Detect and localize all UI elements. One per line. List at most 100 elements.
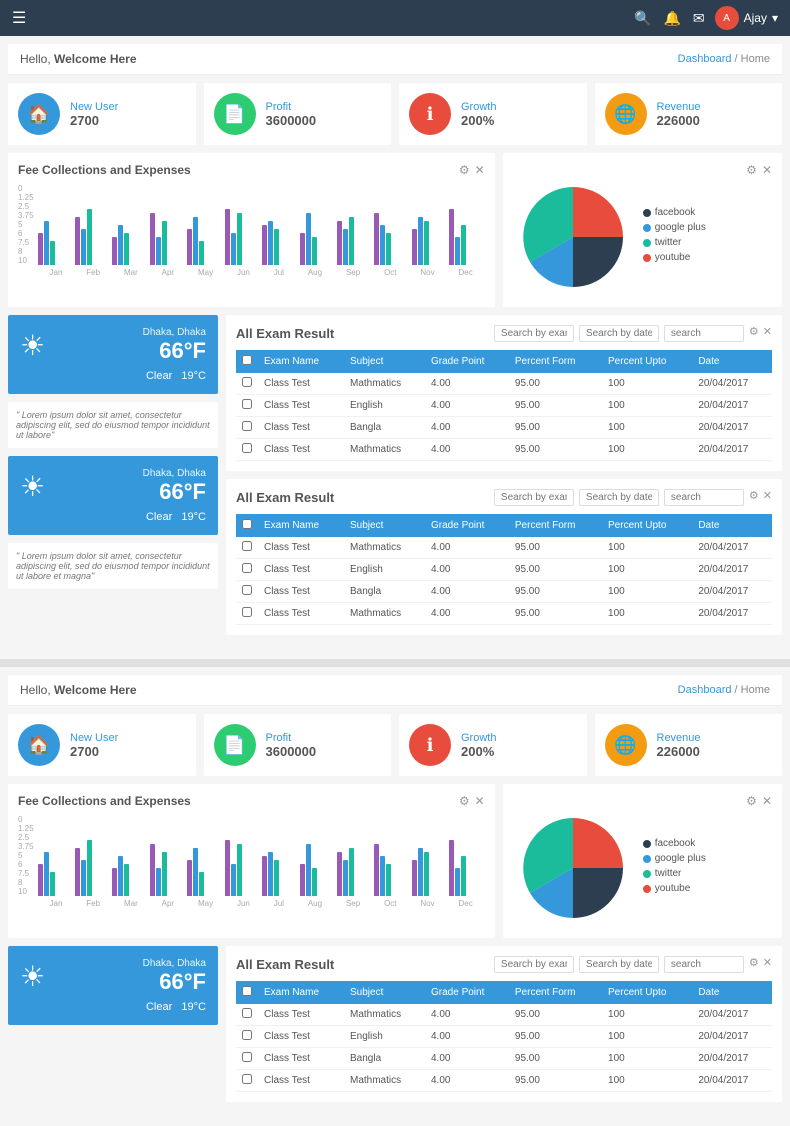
link-icon-pie[interactable]: ⚙ — [746, 163, 757, 177]
filter-icon[interactable]: ⚙ — [749, 956, 759, 973]
row-checkbox-2[interactable] — [242, 421, 252, 431]
row-checkbox-0[interactable] — [242, 1008, 252, 1018]
bar-10-0 — [412, 860, 417, 896]
select-all-checkbox[interactable] — [242, 355, 252, 365]
weather-card-1: ☀ Dhaka, Dhaka 66°F Clear 19°C — [8, 456, 218, 535]
legend-item-0: facebook — [643, 207, 706, 218]
filter-icon[interactable]: ⚙ — [749, 325, 759, 342]
cell-0-4: 100 — [602, 537, 692, 559]
legend-label-3: youtube — [655, 252, 691, 263]
stat-info-2: Growth 200% — [461, 732, 577, 759]
search-input-0[interactable] — [494, 489, 574, 506]
exam-table: Exam NameSubjectGrade PointPercent FormP… — [236, 350, 772, 461]
search-input-1[interactable] — [579, 325, 659, 342]
bar-3-0 — [150, 844, 155, 896]
search-input-0[interactable] — [494, 956, 574, 973]
notification-icon[interactable]: 🔔 — [663, 10, 680, 27]
cell-2-5: 20/04/2017 — [692, 581, 772, 603]
weather-icon-1: ☀ — [20, 470, 45, 503]
stat-label-0: New User — [70, 732, 186, 744]
x-label: May — [198, 899, 213, 908]
weather-main-1: ☀ Dhaka, Dhaka 66°F — [20, 468, 206, 505]
bar-11-0 — [449, 840, 454, 896]
settings-icon-pie-2[interactable]: ⚙ — [746, 794, 757, 808]
bar-group-5 — [225, 209, 260, 265]
y-label: 2.5 — [18, 202, 34, 211]
settings-icon-2[interactable]: ⚙ — [459, 794, 470, 808]
settings-icon[interactable]: ✕ — [763, 325, 772, 342]
row-checkbox-1[interactable] — [242, 1030, 252, 1040]
row-checkbox-0[interactable] — [242, 541, 252, 551]
legend-item-1: google plus — [643, 853, 706, 864]
search-icon[interactable]: 🔍 — [634, 10, 651, 27]
bar-2-2 — [124, 864, 129, 896]
cell-3-4: 100 — [602, 1070, 692, 1092]
select-all-checkbox[interactable] — [242, 986, 252, 996]
settings-icon[interactable]: ✕ — [475, 163, 485, 177]
cell-0-3: 95.00 — [509, 537, 602, 559]
row-checkbox-3[interactable] — [242, 1074, 252, 1084]
settings-icon[interactable]: ✕ — [763, 956, 772, 973]
fee-chart-card-1: ⚙ ✕ Fee Collections and Expenses 1087.56… — [8, 153, 495, 307]
checkbox-col-header — [236, 350, 258, 373]
hamburger-icon[interactable]: ☰ — [12, 8, 26, 28]
close-icon-2[interactable]: ✕ — [475, 794, 485, 808]
row-checkbox-2[interactable] — [242, 1052, 252, 1062]
bar-group-2 — [112, 225, 147, 265]
filter-icon[interactable]: ⚙ — [749, 489, 759, 506]
row-checkbox-3[interactable] — [242, 607, 252, 617]
exam-header: All Exam Result ⚙ ✕ — [236, 325, 772, 342]
exam-header: All Exam Result ⚙ ✕ — [236, 956, 772, 973]
search-input-2[interactable] — [664, 489, 744, 506]
close-icon-pie-2[interactable]: ✕ — [762, 794, 772, 808]
select-all-checkbox[interactable] — [242, 519, 252, 529]
y-label: 5 — [18, 851, 34, 860]
cell-2-3: 95.00 — [509, 1048, 602, 1070]
x-label: Jan — [50, 899, 63, 908]
breadcrumb-dashboard-link[interactable]: Dashboard — [678, 53, 732, 65]
bar-group-7 — [300, 844, 335, 896]
cell-0-3: 95.00 — [509, 1004, 602, 1026]
cell-0-1: Mathmatics — [344, 1004, 425, 1026]
close-icon-pie[interactable]: ✕ — [762, 163, 772, 177]
search-input-2[interactable] — [664, 325, 744, 342]
cell-2-1: Bangla — [344, 417, 425, 439]
message-icon[interactable]: ✉ — [693, 10, 705, 27]
user-avatar[interactable]: A Ajay ▾ — [715, 6, 778, 30]
col-header-5: Date — [692, 981, 772, 1004]
breadcrumb-dashboard-link-2[interactable]: Dashboard — [678, 684, 732, 696]
row-checkbox-0[interactable] — [242, 377, 252, 387]
bar-11-0 — [449, 209, 454, 265]
col-header-1: Subject — [344, 981, 425, 1004]
weather-icon-0: ☀ — [20, 329, 45, 362]
legend-dot-1 — [643, 224, 651, 232]
cell-2-1: Bangla — [344, 581, 425, 603]
col-header-2: Grade Point — [425, 514, 509, 537]
x-label: May — [198, 268, 213, 277]
settings-icon[interactable]: ✕ — [763, 489, 772, 506]
search-input-1[interactable] — [579, 956, 659, 973]
section-2: Hello, Welcome Here Dashboard / Home 🏠 N… — [0, 667, 790, 1126]
cell-1-5: 20/04/2017 — [692, 1026, 772, 1048]
cell-0-4: 100 — [602, 1004, 692, 1026]
y-label: 1.25 — [18, 824, 34, 833]
row-checkbox-3[interactable] — [242, 443, 252, 453]
search-input-1[interactable] — [579, 489, 659, 506]
cell-2-3: 95.00 — [509, 417, 602, 439]
nav-left: ☰ — [12, 8, 26, 28]
x-label: Feb — [86, 899, 100, 908]
row-checkbox-2[interactable] — [242, 585, 252, 595]
link-icon[interactable]: ⚙ — [459, 163, 470, 177]
x-label: Sep — [346, 268, 360, 277]
stat-label-1: Profit — [266, 732, 382, 744]
search-input-2[interactable] — [664, 956, 744, 973]
row-checkbox-1[interactable] — [242, 563, 252, 573]
exam-header: All Exam Result ⚙ ✕ — [236, 489, 772, 506]
bar-7-1 — [306, 844, 311, 896]
row-checkbox-1[interactable] — [242, 399, 252, 409]
cell-3-3: 95.00 — [509, 603, 602, 625]
cell-2-0: Class Test — [258, 581, 344, 603]
x-label: Jul — [274, 268, 284, 277]
search-input-0[interactable] — [494, 325, 574, 342]
fee-chart-toolbar-1: ⚙ ✕ — [459, 163, 485, 177]
